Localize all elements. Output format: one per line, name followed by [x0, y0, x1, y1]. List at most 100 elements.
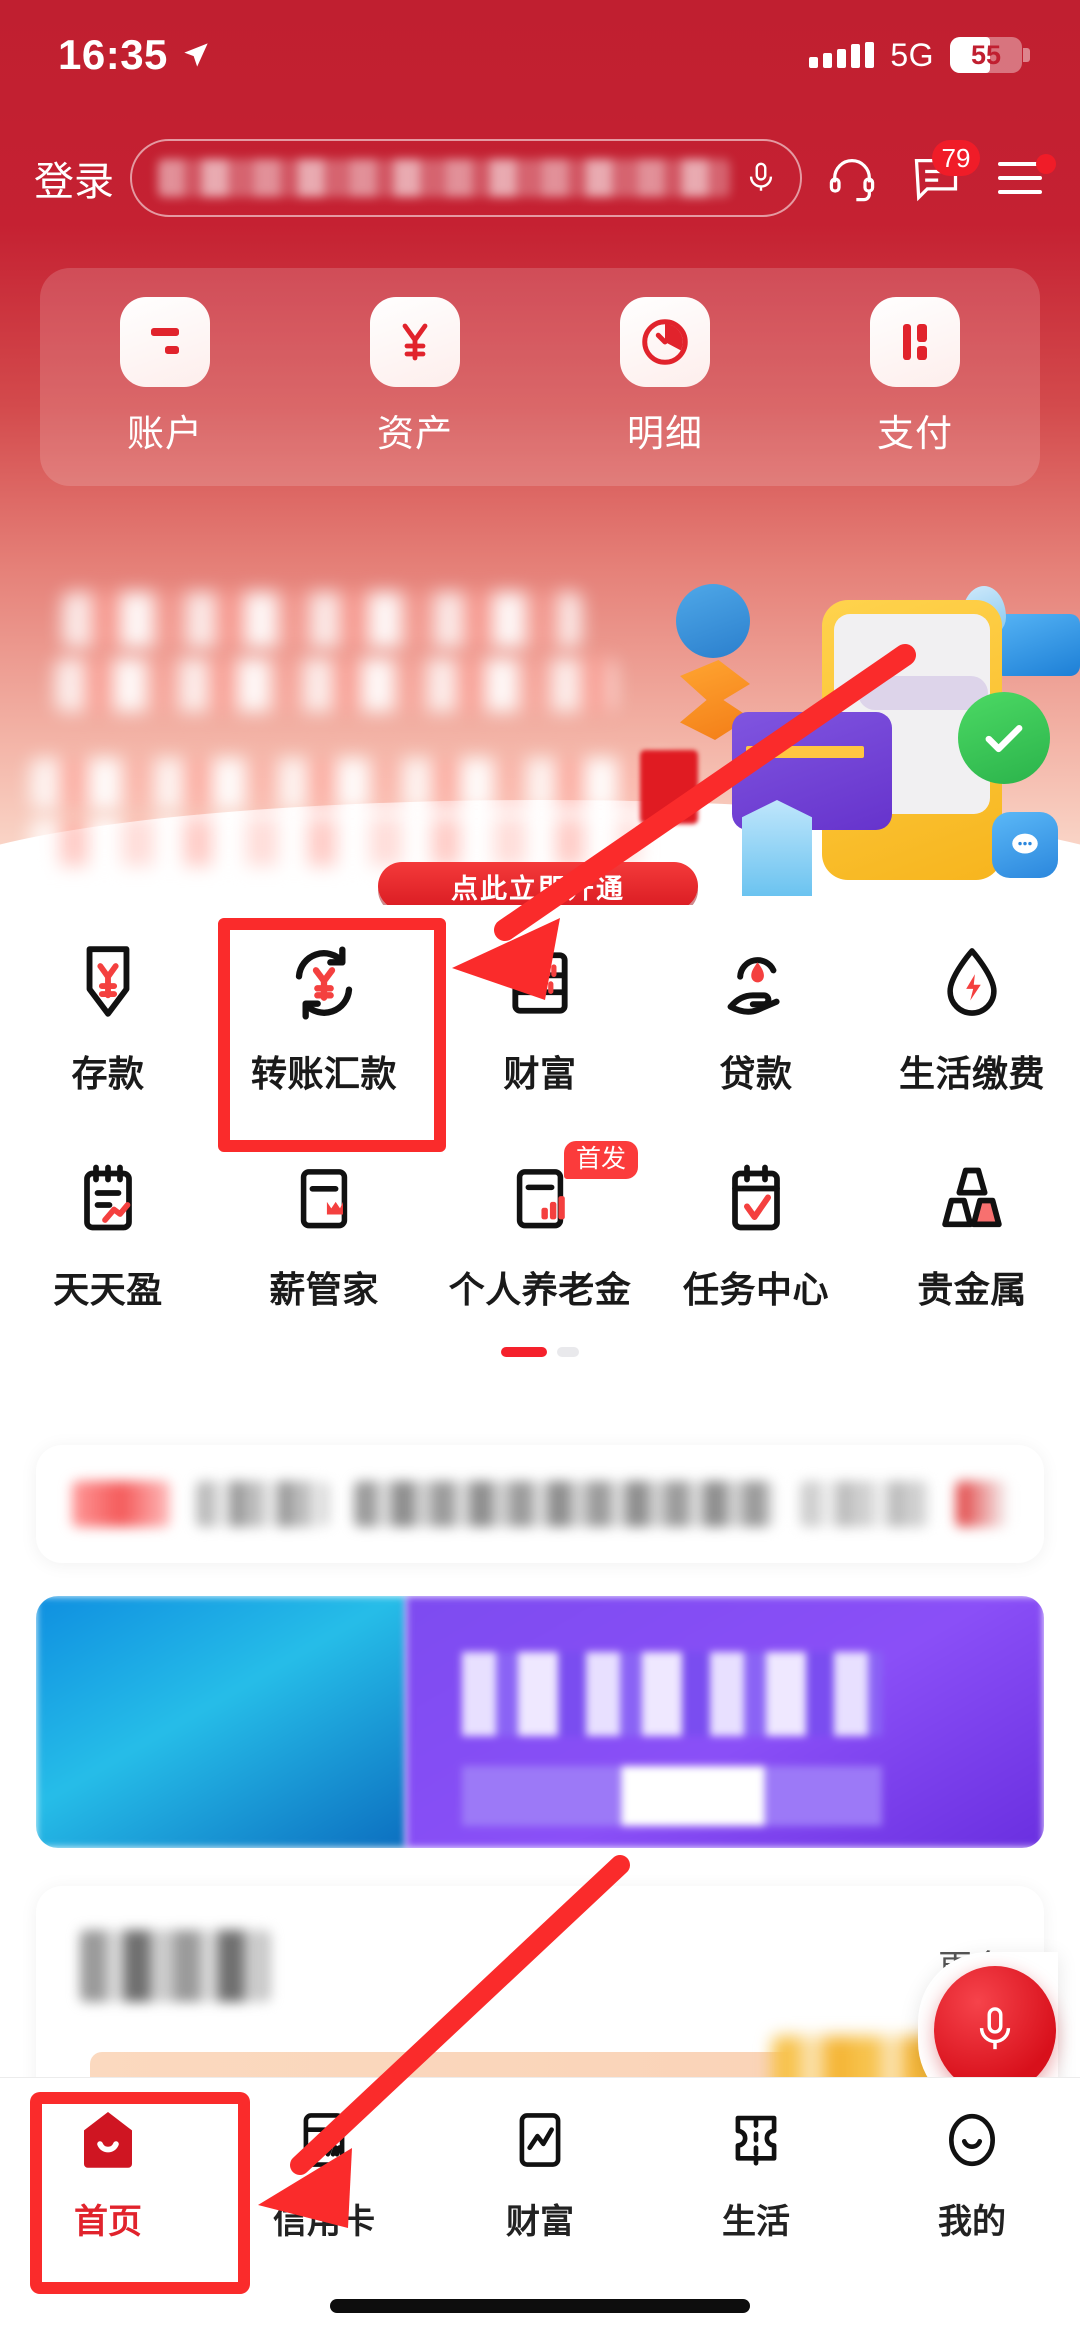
voice-assistant-fab[interactable] [934, 1966, 1056, 2094]
headset-icon[interactable] [818, 152, 886, 204]
grid-item-label: 天天盈 [53, 1269, 163, 1310]
tab-label: 财富 [506, 2203, 574, 2241]
illustration-blue-circle [676, 584, 750, 658]
notice-text-blurred [354, 1481, 774, 1527]
grid-item-wealth[interactable]: 财富 [432, 905, 648, 1121]
page-dot[interactable] [557, 1347, 579, 1357]
tab-wealth[interactable]: 财富 [432, 2102, 648, 2278]
quick-action-label: 支付 [877, 413, 953, 454]
grid-item-label: 财富 [503, 1053, 577, 1094]
banner-cta-button[interactable]: 点此立即开通 [378, 862, 698, 910]
app-screen: 16:35 5G 55 登录 79 账户 资产 明细 支付 点此立即开通 存款 … [0, 0, 1080, 2337]
illustration-checkmark [958, 692, 1050, 784]
page-dot-active[interactable] [501, 1347, 547, 1357]
quick-action-label: 明细 [627, 413, 703, 454]
hamburger-menu-icon[interactable] [986, 154, 1056, 198]
notice-bar[interactable] [36, 1445, 1044, 1563]
tab-mine[interactable]: 我的 [864, 2102, 1080, 2278]
quick-action-label: 资产 [377, 413, 453, 454]
search-placeholder-blurred [158, 159, 730, 197]
notice-meta-blurred [800, 1481, 930, 1527]
yuan-asset-icon [370, 297, 460, 387]
location-arrow-icon [182, 41, 210, 69]
grid-item-precious-metals[interactable]: 贵金属 [864, 1121, 1080, 1337]
grid-item-label: 生活缴费 [898, 1053, 1045, 1094]
promo-card-row [36, 1596, 1044, 1848]
status-time: 16:35 [58, 31, 168, 78]
illustration-building [742, 800, 812, 896]
notice-action-blurred [956, 1481, 1008, 1527]
menu-notification-dot [1036, 154, 1056, 174]
promo-card-left[interactable] [36, 1596, 406, 1848]
hand-coin-icon [714, 941, 798, 1025]
home-indicator-bar [330, 2299, 750, 2313]
battery-indicator: 55 [950, 37, 1030, 73]
droplet-lightning-icon [930, 941, 1014, 1025]
grid-item-label: 薪管家 [269, 1269, 379, 1310]
grid-item-label: 贵金属 [917, 1269, 1027, 1310]
feature-grid-row-1: 存款 转账汇款 财富 贷款 生活缴费 [0, 905, 1080, 1121]
network-type-label: 5G [890, 36, 934, 73]
chart-line-icon [509, 2102, 571, 2178]
tab-label: 我的 [938, 2203, 1006, 2241]
message-icon[interactable]: 79 [902, 140, 980, 204]
message-badge: 79 [932, 140, 980, 176]
feature-grid: 存款 转账汇款 财富 贷款 生活缴费 天天盈 薪管家 首发 个人养老金 任务中心… [0, 905, 1080, 1383]
promo-title-blurred [462, 1652, 882, 1736]
quick-action-details[interactable]: 明细 [540, 297, 790, 457]
battery-level-label: 55 [970, 39, 1002, 70]
recommendation-title-blurred [80, 1930, 270, 2002]
search-input[interactable] [130, 139, 802, 217]
deposit-arrow-yuan-icon [66, 941, 150, 1025]
banner-text-line-blurred [62, 592, 582, 648]
grid-item-personal-pension[interactable]: 首发 个人养老金 [432, 1121, 648, 1337]
tab-label: 信用卡 [273, 2203, 375, 2241]
grid-item-deposit[interactable]: 存款 [0, 905, 216, 1121]
grid-item-label: 个人养老金 [448, 1269, 632, 1310]
grid-item-label: 存款 [71, 1053, 145, 1094]
tab-life[interactable]: 生活 [648, 2102, 864, 2278]
banner-text-line-blurred [30, 758, 670, 810]
notice-text-blurred [196, 1481, 328, 1527]
grid-item-salary-manager[interactable]: 薪管家 [216, 1121, 432, 1337]
annotation-highlight-home [30, 2092, 250, 2294]
login-button[interactable]: 登录 [34, 149, 114, 207]
quick-action-account[interactable]: 账户 [40, 297, 290, 457]
tab-label: 生活 [722, 2203, 790, 2241]
grid-item-label: 贷款 [719, 1053, 793, 1094]
signal-bars-icon [809, 42, 875, 68]
promo-card-right[interactable] [406, 1596, 1044, 1848]
grid-item-task-center[interactable]: 任务中心 [648, 1121, 864, 1337]
grid-item-life-payment[interactable]: 生活缴费 [864, 905, 1080, 1121]
quick-actions-panel: 账户 资产 明细 支付 [40, 268, 1040, 486]
person-smile-icon [941, 2102, 1003, 2178]
first-release-badge: 首发 [564, 1141, 639, 1179]
bank-card-icon [120, 297, 210, 387]
notice-tag-blurred [72, 1481, 170, 1527]
gold-ingots-icon [930, 1157, 1014, 1241]
banner-text-line-blurred [55, 658, 615, 712]
phone-crown-icon [282, 1157, 366, 1241]
grid-page-indicator[interactable] [0, 1337, 1080, 1383]
annotation-highlight-transfer [218, 918, 446, 1152]
app-header: 登录 79 [0, 126, 1080, 230]
status-bar-left: 16:35 [58, 31, 210, 79]
quick-action-label: 账户 [127, 413, 203, 454]
quick-action-assets[interactable]: 资产 [290, 297, 540, 457]
quick-action-payment[interactable]: 支付 [790, 297, 1040, 457]
notepad-growth-icon [66, 1157, 150, 1241]
ticket-icon [725, 2102, 787, 2178]
calendar-check-icon [714, 1157, 798, 1241]
grid-item-tiantianying[interactable]: 天天盈 [0, 1121, 216, 1337]
illustration-blue-panel [994, 614, 1080, 676]
grid-item-loan[interactable]: 贷款 [648, 905, 864, 1121]
feature-grid-row-2: 天天盈 薪管家 首发 个人养老金 任务中心 贵金属 [0, 1121, 1080, 1337]
payment-bars-icon [870, 297, 960, 387]
microphone-icon[interactable] [730, 158, 792, 198]
status-bar: 16:35 5G 55 [0, 0, 1080, 110]
banner-text-line-blurred [30, 818, 640, 866]
promo-subtitle-blurred [462, 1766, 882, 1826]
banner-tag-blurred [640, 750, 698, 824]
grid-item-label: 任务中心 [682, 1269, 829, 1310]
abacus-icon [498, 941, 582, 1025]
